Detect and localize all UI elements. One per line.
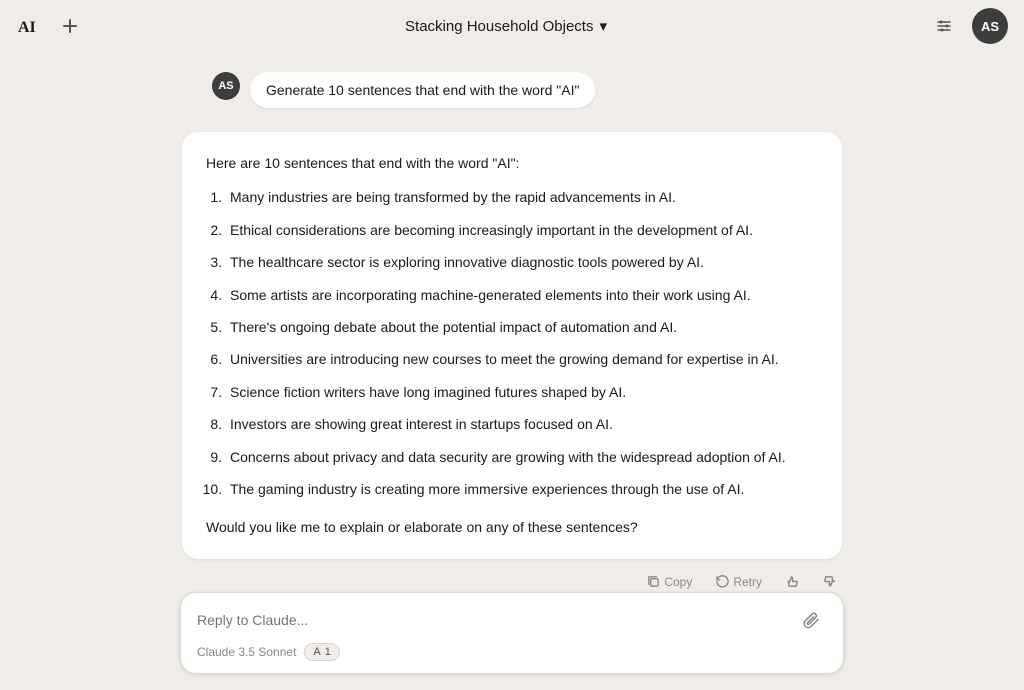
app-logo: AI: [16, 12, 44, 40]
settings-button[interactable]: [928, 10, 960, 42]
thumbs-up-button[interactable]: [780, 571, 805, 592]
user-message-bubble: Generate 10 sentences that end with the …: [250, 72, 595, 108]
attach-button[interactable]: [797, 605, 827, 635]
model-badge: A 1: [304, 643, 339, 661]
list-item: The gaming industry is creating more imm…: [226, 478, 818, 500]
app-header: AI Stacking Household Objects ▾ AS: [0, 0, 1024, 52]
list-item: The healthcare sector is exploring innov…: [226, 251, 818, 273]
user-message-wrapper: AS Generate 10 sentences that end with t…: [212, 72, 812, 108]
title-text: Stacking Household Objects: [405, 18, 593, 35]
svg-text:AI: AI: [18, 19, 36, 36]
input-footer: Claude 3.5 Sonnet A 1: [197, 643, 827, 661]
list-item: Concerns about privacy and data security…: [226, 446, 818, 468]
model-name-label: Claude 3.5 Sonnet: [197, 645, 296, 659]
list-item: Some artists are incorporating machine-g…: [226, 284, 818, 306]
header-right: AS: [928, 8, 1008, 44]
assistant-intro: Here are 10 sentences that end with the …: [206, 152, 818, 174]
action-bar: Copy Retry: [182, 567, 842, 592]
assistant-message: Here are 10 sentences that end with the …: [182, 132, 842, 559]
model-badge-count: 1: [325, 646, 331, 658]
input-box: Claude 3.5 Sonnet A 1: [180, 592, 844, 674]
list-item: Many industries are being transformed by…: [226, 186, 818, 208]
header-left: AI: [16, 12, 84, 40]
input-area: Claude 3.5 Sonnet A 1: [0, 592, 1024, 690]
reply-input[interactable]: [197, 612, 797, 628]
user-avatar-small: AS: [212, 72, 240, 100]
user-message-text: Generate 10 sentences that end with the …: [266, 82, 579, 98]
list-item: Ethical considerations are becoming incr…: [226, 219, 818, 241]
input-row: [197, 605, 827, 635]
copy-button[interactable]: Copy: [641, 571, 698, 592]
list-item: There's ongoing debate about the potenti…: [226, 316, 818, 338]
user-avatar[interactable]: AS: [972, 8, 1008, 44]
thumbs-down-button[interactable]: [817, 571, 842, 592]
chevron-down-icon: ▾: [599, 17, 607, 35]
chat-main: AS Generate 10 sentences that end with t…: [0, 52, 1024, 592]
list-item: Universities are introducing new courses…: [226, 348, 818, 370]
new-chat-button[interactable]: [56, 12, 84, 40]
list-item: Investors are showing great interest in …: [226, 413, 818, 435]
retry-label: Retry: [733, 575, 762, 589]
conversation-title[interactable]: Stacking Household Objects ▾: [405, 17, 607, 35]
copy-label: Copy: [664, 575, 692, 589]
model-badge-letter: A: [313, 646, 320, 658]
sentences-list: Many industries are being transformed by…: [206, 186, 818, 500]
list-item: Science fiction writers have long imagin…: [226, 381, 818, 403]
retry-button[interactable]: Retry: [710, 571, 768, 592]
assistant-followup: Would you like me to explain or elaborat…: [206, 516, 818, 538]
